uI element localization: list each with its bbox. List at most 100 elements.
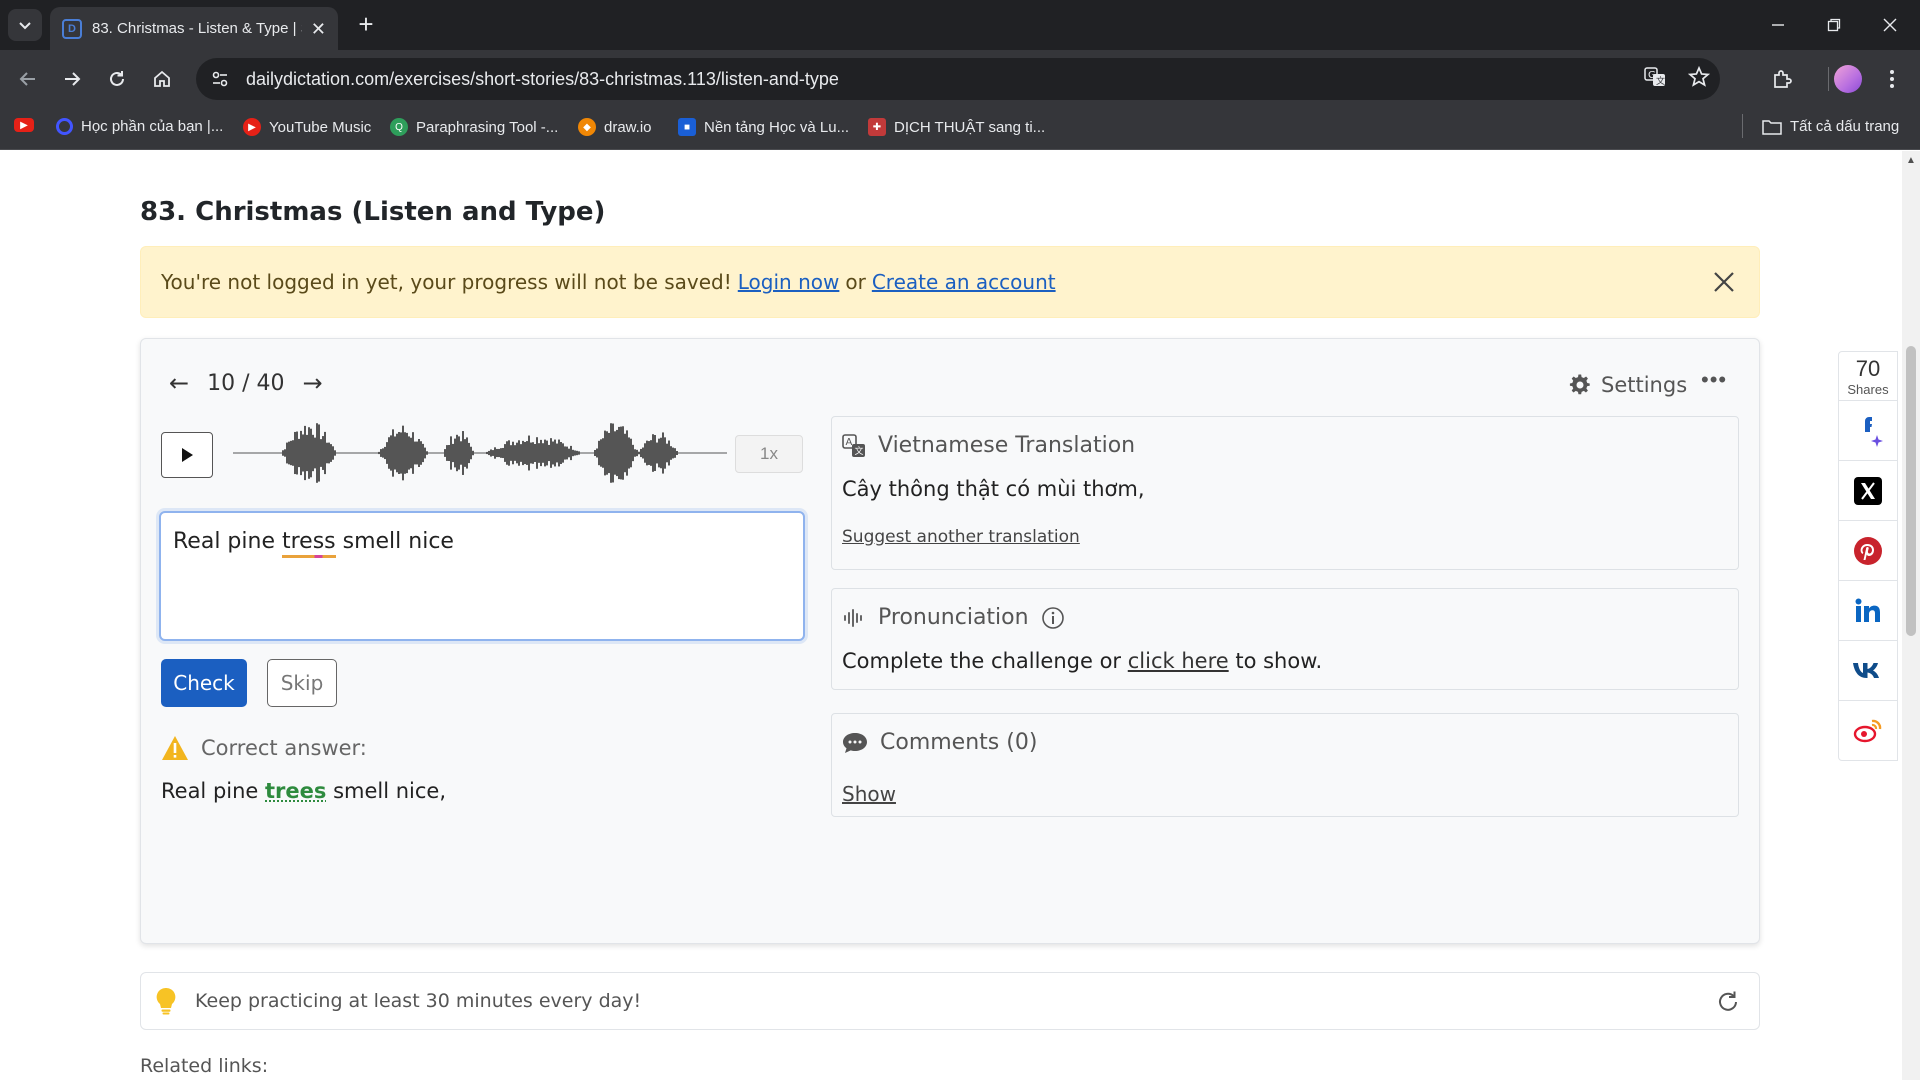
- svg-text:文: 文: [1656, 75, 1665, 87]
- tip-text: Keep practicing at least 30 minutes ever…: [195, 990, 642, 1012]
- share-linkedin-button[interactable]: [1839, 580, 1897, 640]
- bookmark-item[interactable]: ✚ DỊCH THUẬT sang ti...: [868, 118, 1045, 136]
- pronunciation-panel: Pronunciation Complete the challenge or …: [831, 588, 1739, 690]
- scroll-up-arrow-icon[interactable]: ▲: [1906, 155, 1916, 166]
- answer-misspelled-word: tress: [281, 529, 336, 554]
- browser-toolbar: dailydictation.com/exercises/short-stori…: [0, 50, 1920, 108]
- pronunciation-text-end: to show.: [1235, 649, 1323, 673]
- soundwave-icon: [844, 608, 862, 627]
- restore-button[interactable]: [1814, 10, 1854, 40]
- bookmark-item[interactable]: ▶ YouTube Music: [243, 118, 371, 136]
- site-info-icon[interactable]: [210, 69, 230, 89]
- bookmark-label: YouTube Music: [269, 118, 372, 136]
- bookmark-item[interactable]: Học phần của bạn |...: [56, 118, 223, 135]
- arrow-left-icon: [19, 72, 35, 86]
- skip-button[interactable]: Skip: [267, 659, 337, 707]
- kebab-menu-icon: [1890, 70, 1894, 88]
- home-button[interactable]: [146, 63, 178, 95]
- drawio-icon: ◆: [578, 118, 596, 136]
- chevron-down-icon: [19, 22, 31, 30]
- profile-avatar[interactable]: [1832, 63, 1864, 95]
- audio-waveform[interactable]: [233, 413, 727, 493]
- gear-icon: [1569, 374, 1590, 395]
- alert-or-text: or: [845, 270, 866, 294]
- translate-icon: A文: [842, 433, 865, 457]
- translate-icon[interactable]: G文: [1644, 66, 1666, 88]
- minimize-button[interactable]: [1758, 10, 1798, 40]
- paraphrasing-tool-icon: Q: [390, 118, 408, 136]
- bookmark-label: draw.io: [604, 118, 652, 136]
- facebook-sparkle-icon: [1865, 416, 1883, 447]
- warning-icon: [162, 736, 188, 760]
- share-vk-button[interactable]: [1839, 640, 1897, 700]
- check-button[interactable]: Check: [161, 659, 247, 707]
- browser-menu-button[interactable]: [1876, 63, 1908, 95]
- share-weibo-button[interactable]: [1839, 700, 1897, 760]
- refresh-icon[interactable]: [1715, 989, 1741, 1015]
- translation-title: Vietnamese Translation: [878, 433, 1136, 458]
- extensions-button[interactable]: [1766, 63, 1798, 95]
- share-count: 70 Shares: [1839, 352, 1897, 400]
- show-comments-link[interactable]: Show: [842, 782, 896, 806]
- svg-text:A: A: [846, 437, 853, 448]
- browser-tab-active[interactable]: D 83. Christmas - Listen & Type | S ✕: [50, 7, 338, 50]
- answer-textarea[interactable]: Real pine tress smell nice: [159, 511, 805, 641]
- bookmarks-bar: ▶ Học phần của bạn |... ▶ YouTube Music …: [0, 108, 1920, 150]
- alert-text: You're not logged in yet, your progress …: [161, 270, 732, 294]
- login-link[interactable]: Login now: [738, 270, 840, 294]
- home-icon: [154, 70, 170, 87]
- translation-heading: A文 Vietnamese Translation: [842, 433, 1135, 458]
- tab-search-button[interactable]: [8, 9, 42, 41]
- bookmark-item[interactable]: Q Paraphrasing Tool -...: [390, 118, 558, 136]
- bookmark-youtube[interactable]: ▶: [14, 118, 42, 132]
- play-audio-button[interactable]: [161, 432, 213, 478]
- share-count-label: Shares: [1847, 382, 1889, 397]
- x-twitter-icon: [1854, 476, 1882, 505]
- page-scrollbar[interactable]: ▲: [1902, 151, 1920, 1080]
- correct-answer-label: Correct answer:: [201, 736, 367, 760]
- avatar-icon: [1834, 65, 1862, 93]
- info-icon[interactable]: [1041, 606, 1065, 630]
- pager-current: 10: [207, 370, 236, 396]
- new-tab-button[interactable]: +: [352, 11, 380, 39]
- puzzle-icon: [1774, 70, 1792, 88]
- comments-heading: Comments (0): [842, 730, 1037, 755]
- suggest-translation-link[interactable]: Suggest another translation: [842, 527, 1080, 547]
- pager-text: 10 / 40: [207, 371, 284, 396]
- restore-icon: [1827, 18, 1841, 32]
- tip-banner: Keep practicing at least 30 minutes ever…: [140, 972, 1760, 1030]
- share-sidebar: 70 Shares: [1838, 351, 1898, 761]
- bookmark-item[interactable]: ◆ draw.io: [578, 118, 652, 136]
- site-favicon-icon: D: [62, 18, 82, 39]
- url-text[interactable]: dailydictation.com/exercises/short-stori…: [246, 69, 839, 90]
- show-pronunciation-link[interactable]: click here: [1128, 649, 1229, 673]
- bookmark-item[interactable]: ■ Nền tảng Học và Lu...: [678, 118, 849, 136]
- forward-button[interactable]: [56, 63, 88, 95]
- tab-title: 83. Christmas - Listen & Type | S: [92, 20, 302, 37]
- settings-button[interactable]: Settings: [1569, 373, 1687, 397]
- close-window-button[interactable]: [1870, 10, 1910, 40]
- all-bookmarks-label: Tất cả dấu trang: [1790, 118, 1900, 135]
- playback-speed-button[interactable]: 1x: [735, 435, 803, 473]
- reload-button[interactable]: [101, 63, 133, 95]
- bookmark-star-icon[interactable]: [1688, 66, 1710, 88]
- youtube-icon: ▶: [14, 118, 34, 132]
- scrollbar-thumb[interactable]: [1906, 346, 1916, 636]
- close-icon[interactable]: [1709, 267, 1739, 297]
- previous-sentence-arrow-icon[interactable]: ←: [169, 369, 189, 397]
- address-bar[interactable]: dailydictation.com/exercises/short-stori…: [196, 58, 1720, 100]
- reload-icon: [110, 71, 124, 86]
- next-sentence-arrow-icon[interactable]: →: [303, 369, 323, 397]
- share-facebook-button[interactable]: [1839, 400, 1897, 460]
- share-pinterest-button[interactable]: [1839, 520, 1897, 580]
- create-account-link[interactable]: Create an account: [872, 270, 1056, 294]
- linkedin-icon: [1855, 598, 1880, 622]
- pronunciation-text: Complete the challenge or click here to …: [842, 649, 1322, 673]
- back-button[interactable]: [12, 63, 44, 95]
- exercise-card: ← 10 / 40 → Settings ••• 1x Real pine tr…: [140, 338, 1760, 944]
- svg-text:文: 文: [855, 445, 864, 457]
- all-bookmarks-button[interactable]: Tất cả dấu trang: [1762, 118, 1899, 135]
- tab-close-icon[interactable]: ✕: [311, 20, 326, 38]
- share-x-button[interactable]: [1839, 460, 1897, 520]
- more-options-icon[interactable]: •••: [1701, 367, 1727, 393]
